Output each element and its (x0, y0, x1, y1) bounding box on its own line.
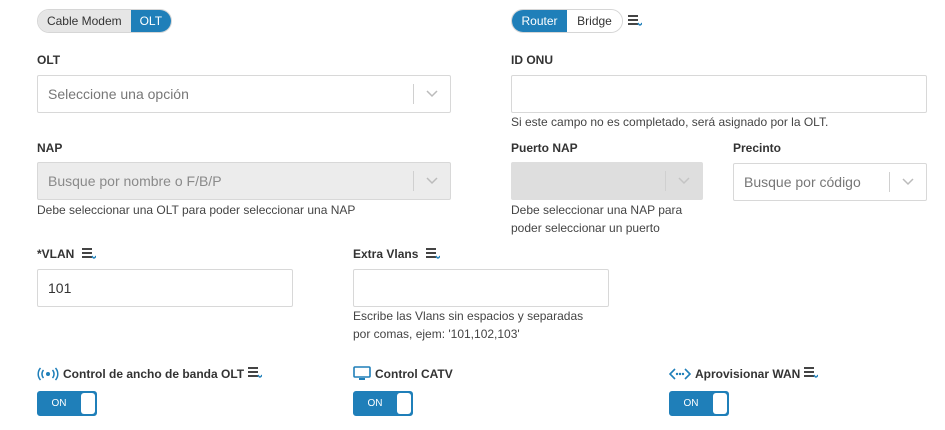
chevron-down-icon (890, 178, 926, 186)
nap-help: Debe seleccionar una OLT para poder sele… (37, 203, 356, 217)
precinto-label: Precinto (733, 141, 782, 155)
list-settings-icon[interactable] (81, 247, 97, 263)
precinto-select-placeholder: Busque por código (744, 174, 861, 190)
puerto-nap-label: Puerto NAP (511, 141, 578, 155)
chevron-down-icon (414, 177, 450, 185)
mode-toggle: Cable Modem OLT (37, 9, 172, 33)
bandwidth-control-label: Control de ancho de banda OLT (63, 367, 245, 381)
catv-control-title: Control CATV (353, 366, 453, 381)
mode-option-olt[interactable]: OLT (130, 10, 171, 32)
chevron-down-icon (414, 90, 450, 98)
catv-control-label: Control CATV (375, 366, 453, 381)
switch-state: ON (367, 398, 383, 409)
monitor-icon (353, 366, 371, 380)
extra-vlans-label: Extra Vlans (353, 247, 419, 262)
puerto-nap-help-2: poder seleccionar un puerto (511, 221, 660, 235)
nap-label: NAP (37, 141, 63, 155)
network-option-bridge[interactable]: Bridge (567, 10, 622, 32)
vlan-input[interactable]: 101 (37, 269, 293, 307)
chevron-down-icon (666, 177, 702, 185)
switch-knob (397, 393, 411, 414)
switch-knob (713, 393, 727, 414)
network-mode-toggle: Router Bridge (511, 9, 623, 33)
list-settings-icon[interactable] (804, 366, 822, 382)
nap-select-placeholder: Busque por nombre o F/B/P (48, 173, 222, 189)
vlan-label-row: *VLAN (37, 247, 97, 263)
olt-select-placeholder: Seleccione una opción (48, 86, 189, 102)
switch-state: ON (683, 398, 699, 409)
puerto-nap-select[interactable] (511, 162, 703, 200)
wan-control-title: Aprovisionar WAN (669, 366, 822, 382)
catv-control-switch[interactable]: ON (353, 391, 413, 416)
bandwidth-control-title: Control de ancho de banda OLT (37, 366, 266, 382)
list-settings-icon[interactable] (248, 366, 266, 382)
extra-vlans-label-row: Extra Vlans (353, 247, 441, 263)
extra-vlans-input[interactable] (353, 269, 609, 307)
expand-dots-icon (669, 368, 691, 380)
mode-option-cable-modem[interactable]: Cable Modem (38, 10, 131, 32)
id-onu-label: ID ONU (511, 53, 553, 67)
vlan-label: *VLAN (37, 247, 75, 262)
list-settings-icon[interactable] (425, 247, 441, 263)
precinto-select[interactable]: Busque por código (733, 163, 927, 201)
list-settings-icon[interactable] (628, 14, 643, 31)
id-onu-help: Si este campo no es completado, será asi… (511, 115, 829, 129)
puerto-nap-help-1: Debe seleccionar una NAP para (511, 203, 683, 217)
switch-state: ON (51, 398, 67, 409)
broadcast-icon (37, 367, 59, 381)
extra-vlans-help-1: Escribe las Vlans sin espacios y separad… (353, 309, 584, 323)
olt-select[interactable]: Seleccione una opción (37, 75, 451, 113)
wan-control-label: Aprovisionar WAN (695, 367, 801, 381)
switch-knob (81, 393, 95, 414)
wan-control-switch[interactable]: ON (669, 391, 729, 416)
extra-vlans-help-2: por comas, ejem: '101,102,103' (353, 327, 520, 341)
olt-label: OLT (37, 53, 61, 67)
id-onu-input[interactable] (511, 75, 927, 113)
nap-select[interactable]: Busque por nombre o F/B/P (37, 162, 451, 200)
bandwidth-control-switch[interactable]: ON (37, 391, 97, 416)
network-option-router[interactable]: Router (512, 10, 567, 32)
